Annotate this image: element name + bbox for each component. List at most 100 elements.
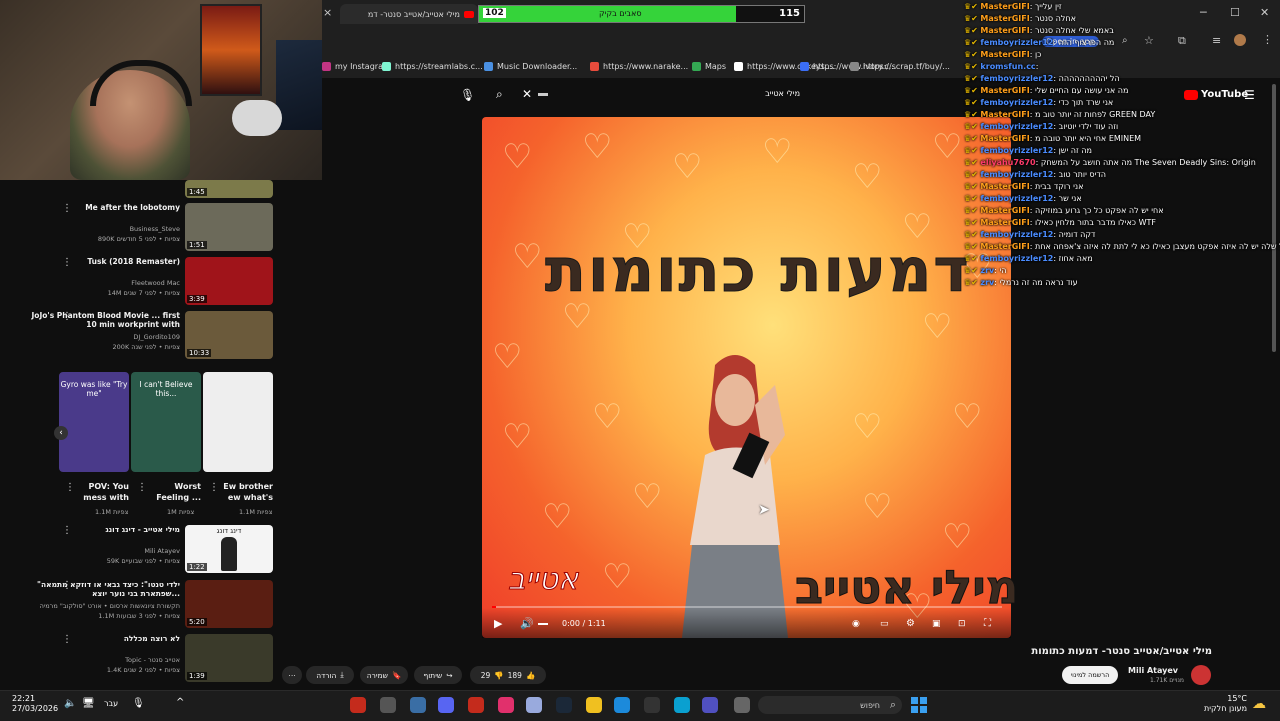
video-channel[interactable]: Topic - אטייב סנטר xyxy=(30,656,180,664)
more-options-icon[interactable]: ⋮ xyxy=(62,525,72,536)
like-icon[interactable]: 👍 xyxy=(526,671,535,680)
subscribe-button[interactable]: הרשמה למינוי xyxy=(1062,666,1118,684)
video-thumbnail[interactable]: 10:33 xyxy=(185,311,273,359)
search-icon[interactable]: ⌕ xyxy=(496,87,503,102)
taskbar-app-icon[interactable] xyxy=(674,697,690,713)
bookmark-item[interactable]: https://www.narake... xyxy=(590,62,688,71)
chat-username: MasterGIFI xyxy=(980,2,1030,11)
more-options-icon[interactable]: ⋮ xyxy=(137,482,147,493)
more-options-icon[interactable]: ⋮ xyxy=(62,203,72,214)
video-thumbnail[interactable]: 1:39 xyxy=(185,634,273,682)
video-thumbnail[interactable]: 1:51 xyxy=(185,203,273,251)
related-video-item[interactable]: 10:33 JoJo's Phantom Blood Movie ... firs… xyxy=(0,311,280,361)
search-input[interactable]: מילי אטייב xyxy=(765,89,800,98)
more-options-icon[interactable]: ⋮ xyxy=(62,257,72,268)
bookmark-item[interactable]: Maps xyxy=(692,62,726,71)
tray-chevron-icon[interactable]: ^ xyxy=(176,697,184,708)
bookmark-item[interactable]: https://streamlabs.c... xyxy=(382,62,483,71)
volume-icon[interactable]: 🔊 xyxy=(520,617,534,630)
video-title[interactable]: לא רוצה מכללה xyxy=(30,634,180,643)
video-title[interactable]: מילי אטייב - דינג דונג xyxy=(30,525,180,534)
video-title[interactable]: Tusk (2018 Remaster) xyxy=(30,257,180,266)
taskbar-app-icon[interactable] xyxy=(438,697,454,713)
video-channel[interactable]: Business_Steve xyxy=(30,225,180,233)
taskbar-app-icon[interactable] xyxy=(410,697,426,713)
taskbar-app-icon[interactable] xyxy=(350,697,366,713)
more-options-icon[interactable]: ⋮ xyxy=(209,482,219,493)
more-options-icon[interactable]: ⋮ xyxy=(65,482,75,493)
taskbar-app-icon[interactable] xyxy=(526,697,542,713)
video-title[interactable]: JoJo's Phantom Blood Movie ... first 10 … xyxy=(30,311,180,329)
taskbar-clock[interactable]: 22:21 27/03/2026 xyxy=(12,694,58,714)
miniplayer-icon[interactable]: ▣ xyxy=(932,619,941,629)
related-video-item[interactable]: 3:39 Tusk (2018 Remaster) Fleetwood Mac 14M… xyxy=(0,257,280,307)
short-thumbnail[interactable]: I can't Believe this... xyxy=(131,372,201,472)
autoplay-toggle-icon[interactable]: ◉ xyxy=(852,619,860,629)
more-actions-button[interactable]: ⋯ xyxy=(282,666,302,684)
more-options-icon[interactable]: ⋮ xyxy=(62,634,72,645)
play-icon[interactable]: ▶ xyxy=(494,617,502,630)
video-channel[interactable]: Fleetwood Mac xyxy=(30,279,180,287)
windows-start-icon[interactable] xyxy=(910,696,928,714)
close-tab-icon[interactable]: × xyxy=(323,6,332,19)
related-video-item[interactable]: 5:20 "ילדי טנטו": כיצד גבאי או דוזקא מתמא… xyxy=(0,580,280,630)
related-video-item[interactable]: 1:51 Me after the lobotomy Business_Steve 8… xyxy=(0,203,280,253)
download-button[interactable]: הורדה ⤓ xyxy=(306,666,354,684)
bookmark-item[interactable]: https://scrap.tf/buy/... xyxy=(850,62,950,71)
subtitles-icon[interactable]: ▭ xyxy=(880,619,889,629)
short-thumbnail[interactable]: Gyro was like "Try me" xyxy=(59,372,129,472)
weather-widget[interactable]: 15°C מעונן חלקית xyxy=(1203,694,1247,714)
video-meta: 890K צפיות • לפני 5 חודשים xyxy=(97,235,180,243)
browser-tab[interactable]: מילי אטייב/אטייב סנטר- דמ xyxy=(340,4,478,24)
taskbar-app-icon[interactable] xyxy=(644,697,660,713)
taskbar-app-icon[interactable] xyxy=(498,697,514,713)
video-channel[interactable]: תקשורת ציונאשות ארסום • אורט "סולקוב" מר… xyxy=(30,602,180,610)
video-channel[interactable]: Mili Atayev xyxy=(30,547,180,555)
video-thumbnail[interactable]: 5:20 xyxy=(185,580,273,628)
video-title[interactable]: "ילדי טנטו": כיצד גבאי או דוזקא מתמאה שפ… xyxy=(30,580,180,598)
volume-slider[interactable] xyxy=(538,623,548,625)
related-video-item[interactable]: 1:39 לא רוצה מכללה Topic - אטייב סנטר 1.4K … xyxy=(0,634,280,684)
video-thumbnail[interactable]: 1:45 xyxy=(185,180,273,198)
taskbar-app-icon[interactable] xyxy=(586,697,602,713)
settings-gear-icon[interactable]: ⚙ xyxy=(906,618,915,629)
taskbar-app-icon[interactable] xyxy=(734,697,750,713)
related-video-item[interactable]: דינג דונג 1:22 מילי אטייב - דינג דונג Mili … xyxy=(0,525,280,575)
video-thumbnail[interactable]: 3:39 xyxy=(185,257,273,305)
language-indicator[interactable]: עבר xyxy=(104,699,118,708)
scrollbar[interactable] xyxy=(1272,84,1276,352)
progress-bar[interactable] xyxy=(492,606,1002,608)
more-options-icon[interactable]: ⋮ xyxy=(62,580,72,591)
short-title[interactable]: POV: You mess with xyxy=(69,481,129,503)
network-icon[interactable]: 🖥 xyxy=(82,698,95,709)
mic-icon[interactable]: 🎙 xyxy=(132,698,145,709)
clear-search-icon[interactable]: ✕ xyxy=(522,87,532,101)
youtube-search-bar[interactable]: 🎙 ⌕ ✕ מילי אטייב xyxy=(460,86,800,106)
more-options-icon[interactable]: ⋮ xyxy=(62,311,72,322)
channel-avatar[interactable] xyxy=(1191,665,1211,685)
taskbar-app-icon[interactable] xyxy=(468,697,484,713)
video-channel[interactable]: DJ_Gordito109 xyxy=(30,333,180,341)
taskbar-app-icon[interactable] xyxy=(702,697,718,713)
dislike-icon[interactable]: 👎 xyxy=(494,671,503,680)
taskbar-search[interactable]: חיפוש ⌕ xyxy=(758,696,902,714)
taskbar-app-icon[interactable] xyxy=(614,697,630,713)
chat-text: כאילו מדבר בתור מלחין כאילו WTF xyxy=(1034,218,1156,227)
fullscreen-icon[interactable]: ⛶ xyxy=(984,618,991,629)
save-button[interactable]: שמירה 🔖 xyxy=(360,666,408,684)
video-title[interactable]: Me after the lobotomy xyxy=(30,203,180,212)
short-title[interactable]: Ew brother ew what's xyxy=(213,481,273,503)
share-button[interactable]: שיתוף ↪ xyxy=(414,666,462,684)
speaker-icon[interactable]: 🔈 xyxy=(64,698,76,709)
channel-name[interactable]: Mili Atayev xyxy=(1128,666,1178,675)
video-thumbnail[interactable]: דינג דונג 1:22 xyxy=(185,525,273,573)
taskbar-app-icon[interactable] xyxy=(556,697,572,713)
taskbar-app-icon[interactable] xyxy=(380,697,396,713)
shorts-prev-arrow-icon[interactable]: ‹ xyxy=(54,426,68,440)
voice-search-icon[interactable]: 🎙 xyxy=(460,88,475,102)
bookmark-item[interactable]: my Instagram xyxy=(322,62,391,71)
cast-icon[interactable]: ⊡ xyxy=(958,619,966,629)
short-title[interactable]: Worst Feeling ... xyxy=(141,481,201,503)
short-thumbnail[interactable] xyxy=(203,372,273,472)
bookmark-item[interactable]: Music Downloader... xyxy=(484,62,577,71)
